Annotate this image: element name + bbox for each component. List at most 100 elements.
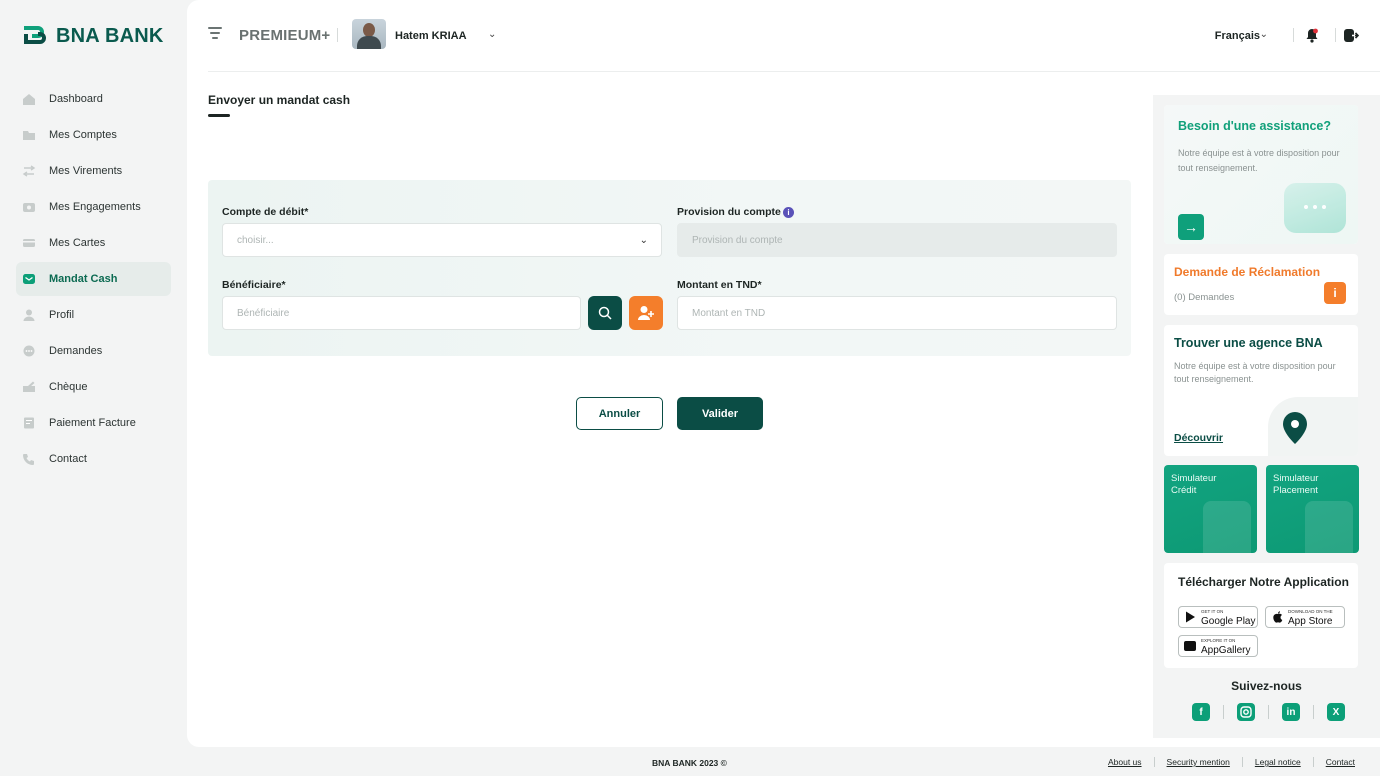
credit-simulator-label: Simulateur Crédit [1171,473,1217,496]
card-icon [22,237,36,249]
camera-icon [22,201,36,213]
google-play-button[interactable]: GET IT ON Google Play [1178,606,1258,628]
facebook-icon[interactable]: f [1192,703,1210,721]
arrow-right-icon[interactable]: → [1178,214,1204,240]
chat-icon [22,345,36,357]
provision-placeholder: Provision du compte [692,234,783,246]
divider [1335,28,1336,42]
assistance-title: Besoin d'une assistance? [1178,119,1332,133]
sidebar-item-paiement-facture[interactable]: Paiement Facture [16,406,171,440]
home-icon [22,93,36,105]
reclamation-count: (0) Demandes [1174,292,1235,303]
chevron-down-icon[interactable]: ⌄ [488,29,496,40]
debit-account-select[interactable]: choisir... ⌄ [222,223,662,257]
search-beneficiary-button[interactable] [588,296,622,330]
sidebar-item-label: Mes Virements [49,165,123,177]
download-app-card: Télécharger Notre Application GET IT ON G… [1164,563,1358,668]
linkedin-icon[interactable]: in [1282,703,1300,721]
user-icon [22,309,36,321]
main-panel: PREMIEUM+ Hatem KRIAA ⌄ Français ⌄ Envoy… [187,0,1380,747]
user-name[interactable]: Hatem KRIAA [395,30,467,42]
sidebar-nav: Dashboard Mes Comptes Mes Virements Mes … [16,82,171,478]
x-twitter-icon[interactable]: X [1327,703,1345,721]
follow-us-title: Suivez-nous [1231,679,1302,693]
footer-link-security[interactable]: Security mention [1167,757,1230,767]
sidebar-item-label: Contact [49,453,87,465]
google-play-icon [1184,611,1196,623]
cancel-button[interactable]: Annuler [576,397,663,430]
beneficiary-input[interactable]: Bénéficiaire [222,296,581,330]
beneficiary-label: Bénéficiaire* [222,279,286,291]
sidebar-item-mandat-cash[interactable]: Mandat Cash [16,262,171,296]
placement-simulator-card[interactable]: Simulateur Placement [1266,465,1359,553]
transfer-icon [22,165,36,177]
search-icon [598,306,612,320]
provision-field: Provision du compte [677,223,1117,257]
add-beneficiary-button[interactable] [629,296,663,330]
app-store-button[interactable]: Download on the App Store [1265,606,1345,628]
invoice-icon [22,417,36,429]
app-gallery-button[interactable]: EXPLORE IT ON AppGallery [1178,635,1258,657]
brand-name: BNA BANK [56,24,164,47]
huawei-icon [1184,640,1196,652]
tier-label: PREMIEUM+ [239,27,331,44]
sidebar-item-dashboard[interactable]: Dashboard [16,82,171,116]
phone-icon [22,453,36,465]
calculator-icon [1203,501,1251,553]
bna-logo-icon [22,24,48,48]
title-underline [208,114,230,117]
assistance-card: Besoin d'une assistance? Notre équipe es… [1164,105,1358,244]
submit-button[interactable]: Valider [677,397,763,430]
sidebar-item-contact[interactable]: Contact [16,442,171,476]
store-caption: EXPLORE IT ON [1201,637,1236,643]
sidebar-item-cheque[interactable]: Chèque [16,370,171,404]
sidebar-item-label: Paiement Facture [49,417,136,429]
footer-link-about[interactable]: About us [1108,757,1142,767]
bna-logo[interactable]: BNA BANK [22,24,164,48]
sidebar-item-profil[interactable]: Profil [16,298,171,332]
discover-link[interactable]: Découvrir [1174,432,1223,444]
instagram-icon[interactable] [1237,703,1255,721]
amount-input[interactable]: Montant en TND [677,296,1117,330]
store-caption: Download on the [1288,608,1333,614]
reclamation-card[interactable]: Demande de Réclamation (0) Demandes i [1164,254,1358,315]
chevron-down-icon: ⌄ [639,235,648,246]
info-icon[interactable]: i [1324,282,1346,304]
sidebar-item-mes-engagements[interactable]: Mes Engagements [16,190,171,224]
footer-link-contact[interactable]: Contact [1326,757,1355,767]
info-icon[interactable]: i [783,207,794,218]
sidebar-item-label: Mes Cartes [49,237,106,249]
credit-simulator-card[interactable]: Simulateur Crédit [1164,465,1257,553]
sidebar-item-mes-cartes[interactable]: Mes Cartes [16,226,171,260]
chat-bubble-icon [1284,183,1346,233]
provision-label: Provision du compte [677,206,781,218]
sidebar-item-label: Demandes [49,345,103,357]
store-caption: GET IT ON [1201,608,1224,614]
reclamation-title: Demande de Réclamation [1174,265,1321,279]
divider [337,28,338,42]
amount-placeholder: Montant en TND [692,307,766,319]
sidebar-item-label: Mes Comptes [49,129,117,141]
footer-link-legal[interactable]: Legal notice [1255,757,1301,767]
menu-icon[interactable] [208,27,222,39]
folder-icon [22,129,36,141]
avatar[interactable] [352,19,386,49]
logout-icon[interactable] [1343,28,1360,43]
debit-account-placeholder: choisir... [237,234,274,246]
sidebar-item-label: Dashboard [49,93,103,105]
sidebar-item-label: Mandat Cash [49,273,118,285]
language-select[interactable]: Français [1215,30,1260,42]
sidebar-item-mes-virements[interactable]: Mes Virements [16,154,171,188]
sidebar-item-mes-comptes[interactable]: Mes Comptes [16,118,171,152]
store-name: App Store [1288,615,1333,627]
store-name: Google Play [1201,615,1256,627]
bell-icon[interactable] [1305,28,1319,43]
chevron-down-icon[interactable]: ⌄ [1260,29,1268,40]
page-title: Envoyer un mandat cash [208,93,351,107]
sidebar-item-label: Mes Engagements [49,201,141,213]
apple-icon [1271,611,1283,623]
copyright: BNA BANK 2023 © [652,758,727,768]
right-panel: Besoin d'une assistance? Notre équipe es… [1153,95,1380,738]
sidebar-item-label: Chèque [49,381,88,393]
sidebar-item-demandes[interactable]: Demandes [16,334,171,368]
